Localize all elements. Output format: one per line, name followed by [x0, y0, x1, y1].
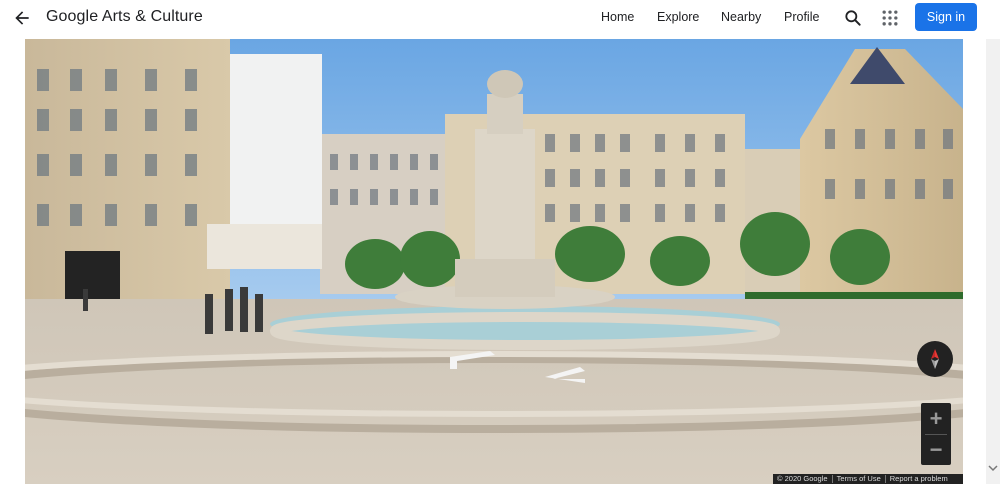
- zoom-in-button[interactable]: +: [921, 403, 951, 434]
- top-app-bar: Google Arts & Culture Home Explore Nearb…: [0, 0, 1000, 36]
- panorama-image: [25, 39, 963, 484]
- nav-profile[interactable]: Profile: [784, 10, 819, 24]
- street-view-panorama[interactable]: [25, 39, 963, 484]
- arrow-back-icon[interactable]: [12, 8, 32, 28]
- apps-grid-icon[interactable]: [880, 8, 900, 28]
- sign-in-button[interactable]: Sign in: [915, 3, 977, 31]
- search-icon[interactable]: [843, 8, 863, 28]
- page-scrollbar[interactable]: [986, 39, 1000, 484]
- nav-nearby[interactable]: Nearby: [721, 10, 761, 24]
- zoom-control: + −: [921, 403, 951, 465]
- zoom-out-button[interactable]: −: [921, 434, 951, 465]
- terms-link[interactable]: Terms of Use: [833, 474, 885, 484]
- report-problem-link[interactable]: Report a problem: [886, 474, 952, 484]
- scroll-down-icon[interactable]: [988, 463, 998, 473]
- copyright-text: © 2020 Google: [777, 474, 828, 483]
- site-logo[interactable]: Google Arts & Culture: [46, 8, 203, 26]
- compass-icon[interactable]: [917, 341, 953, 377]
- nav-explore[interactable]: Explore: [657, 10, 699, 24]
- nav-home[interactable]: Home: [601, 10, 634, 24]
- map-attribution-bar: © 2020 Google Terms of Use Report a prob…: [773, 474, 963, 484]
